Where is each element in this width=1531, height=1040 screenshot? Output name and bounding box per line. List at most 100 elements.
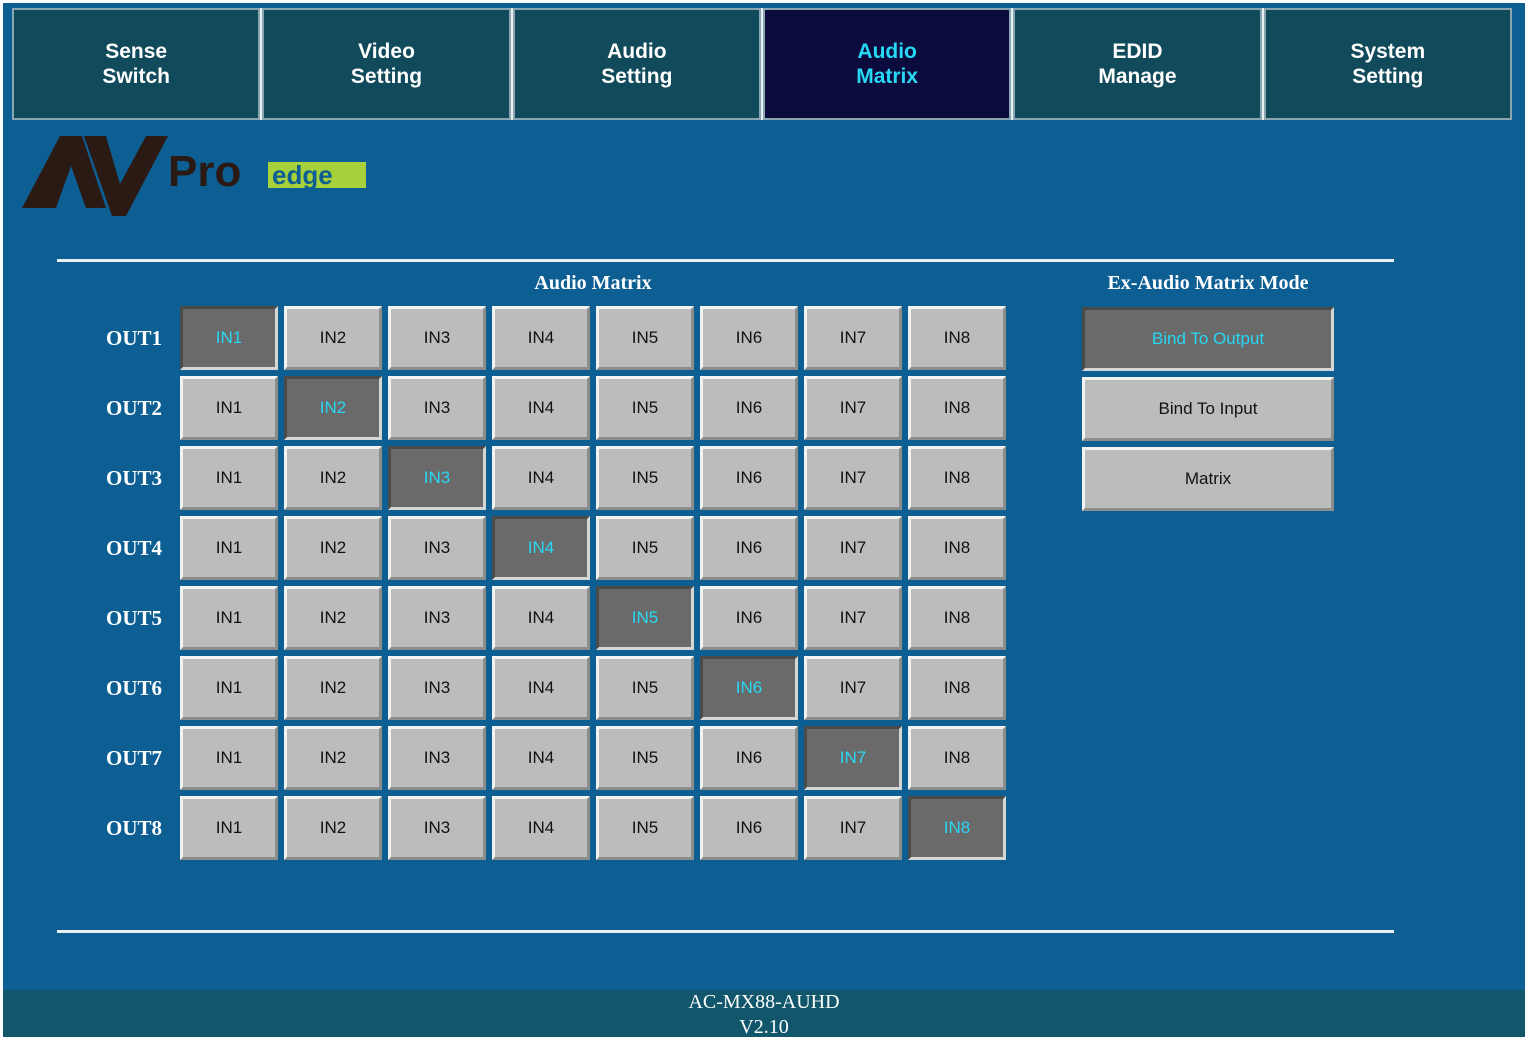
matrix-cell-out7-in1[interactable]: IN1	[180, 726, 278, 790]
matrix-cell-out8-in1[interactable]: IN1	[180, 796, 278, 860]
tab-label-line1: System	[1350, 40, 1426, 63]
matrix-cell-out5-in8[interactable]: IN8	[908, 586, 1006, 650]
top-divider	[57, 259, 1394, 262]
matrix-mode-button[interactable]: Matrix	[1082, 447, 1334, 511]
matrix-cell-out4-in6[interactable]: IN6	[700, 516, 798, 580]
logo-pro-text: Pro	[168, 147, 241, 196]
matrix-cell-out8-in2[interactable]: IN2	[284, 796, 382, 860]
matrix-cell-out8-in5[interactable]: IN5	[596, 796, 694, 860]
bind-to-input-button[interactable]: Bind To Input	[1082, 377, 1334, 441]
matrix-cell-out6-in6[interactable]: IN6	[700, 656, 798, 720]
top-nav: Sense Switch Video Setting Audio Setting…	[12, 8, 1512, 120]
matrix-cell-out2-in2[interactable]: IN2	[284, 376, 382, 440]
matrix-cell-out4-in1[interactable]: IN1	[180, 516, 278, 580]
matrix-cell-out2-in5[interactable]: IN5	[596, 376, 694, 440]
matrix-cell-out2-in8[interactable]: IN8	[908, 376, 1006, 440]
matrix-cell-out5-in5[interactable]: IN5	[596, 586, 694, 650]
output-label: OUT7	[105, 745, 162, 770]
matrix-cell-out4-in8[interactable]: IN8	[908, 516, 1006, 580]
matrix-cell-out3-in5[interactable]: IN5	[596, 446, 694, 510]
matrix-cell-out3-in8[interactable]: IN8	[908, 446, 1006, 510]
matrix-cell-out6-in1[interactable]: IN1	[180, 656, 278, 720]
tab-label-line2: Switch	[102, 65, 170, 88]
matrix-cell-out5-in2[interactable]: IN2	[284, 586, 382, 650]
avpro-edge-logo: Pro edge	[22, 136, 366, 216]
matrix-cell-out7-in5[interactable]: IN5	[596, 726, 694, 790]
matrix-cell-out8-in6[interactable]: IN6	[700, 796, 798, 860]
tab-label-line1: EDID	[1112, 40, 1163, 63]
matrix-cell-out5-in3[interactable]: IN3	[388, 586, 486, 650]
ex-audio-mode-buttons: Bind To Output Bind To Input Matrix	[1082, 307, 1334, 517]
matrix-cell-out4-in4[interactable]: IN4	[492, 516, 590, 580]
matrix-cell-out1-in2[interactable]: IN2	[284, 306, 382, 370]
matrix-cell-out6-in4[interactable]: IN4	[492, 656, 590, 720]
matrix-cell-out3-in6[interactable]: IN6	[700, 446, 798, 510]
tab-label-line2: Setting	[601, 65, 673, 88]
matrix-cell-out3-in4[interactable]: IN4	[492, 446, 590, 510]
matrix-cell-out5-in1[interactable]: IN1	[180, 586, 278, 650]
matrix-cell-out2-in6[interactable]: IN6	[700, 376, 798, 440]
matrix-cell-out8-in8[interactable]: IN8	[908, 796, 1006, 860]
matrix-cell-out1-in8[interactable]: IN8	[908, 306, 1006, 370]
tab-label-line1: Sense	[105, 40, 168, 63]
tab-label-line2: Setting	[1352, 65, 1424, 88]
matrix-cell-out6-in7[interactable]: IN7	[804, 656, 902, 720]
matrix-cell-out7-in3[interactable]: IN3	[388, 726, 486, 790]
matrix-cell-out1-in5[interactable]: IN5	[596, 306, 694, 370]
tab-audio-matrix[interactable]: Audio Matrix	[762, 8, 1012, 120]
tab-sense-switch[interactable]: Sense Switch	[12, 8, 261, 120]
ex-audio-mode-title: Ex-Audio Matrix Mode	[1107, 272, 1309, 294]
matrix-cell-out7-in7[interactable]: IN7	[804, 726, 902, 790]
model-name: AC-MX88-AUHD	[688, 991, 840, 1013]
matrix-cell-out3-in2[interactable]: IN2	[284, 446, 382, 510]
matrix-cell-out1-in7[interactable]: IN7	[804, 306, 902, 370]
matrix-cell-out4-in3[interactable]: IN3	[388, 516, 486, 580]
logo-edge-text: edge	[272, 160, 333, 190]
matrix-cell-out7-in2[interactable]: IN2	[284, 726, 382, 790]
matrix-cell-out4-in2[interactable]: IN2	[284, 516, 382, 580]
matrix-cell-out3-in3[interactable]: IN3	[388, 446, 486, 510]
matrix-cell-out8-in4[interactable]: IN4	[492, 796, 590, 860]
matrix-cell-out8-in7[interactable]: IN7	[804, 796, 902, 860]
output-label: OUT1	[105, 325, 162, 350]
matrix-cell-out4-in7[interactable]: IN7	[804, 516, 902, 580]
footer: AC-MX88-AUHD V2.10	[3, 990, 1525, 1038]
tab-system-setting[interactable]: System Setting	[1263, 8, 1512, 120]
matrix-cell-out1-in1[interactable]: IN1	[180, 306, 278, 370]
matrix-cell-out7-in4[interactable]: IN4	[492, 726, 590, 790]
tab-audio-setting[interactable]: Audio Setting	[512, 8, 761, 120]
logo-av-mark	[22, 136, 168, 216]
bottom-divider	[57, 930, 1394, 933]
output-labels: OUT1 OUT2 OUT3 OUT4 OUT5 OUT6 OUT7 OUT8	[90, 306, 178, 866]
matrix-cell-out7-in6[interactable]: IN6	[700, 726, 798, 790]
firmware-version: V2.10	[739, 1016, 789, 1038]
matrix-cell-out3-in1[interactable]: IN1	[180, 446, 278, 510]
matrix-cell-out5-in4[interactable]: IN4	[492, 586, 590, 650]
bind-to-output-button[interactable]: Bind To Output	[1082, 307, 1334, 371]
audio-matrix-grid: IN1 IN2 IN3 IN4 IN5 IN6 IN7 IN8 IN1 IN2 IN3 IN4 IN5 I…	[180, 306, 1006, 860]
matrix-cell-out2-in1[interactable]: IN1	[180, 376, 278, 440]
tab-label-line1: Video	[358, 40, 415, 63]
matrix-cell-out5-in6[interactable]: IN6	[700, 586, 798, 650]
matrix-cell-out2-in4[interactable]: IN4	[492, 376, 590, 440]
output-label: OUT3	[105, 465, 162, 490]
tab-label-line2: Manage	[1098, 65, 1177, 88]
matrix-cell-out6-in2[interactable]: IN2	[284, 656, 382, 720]
tab-label-line1: Audio	[857, 40, 917, 63]
matrix-cell-out2-in7[interactable]: IN7	[804, 376, 902, 440]
tab-video-setting[interactable]: Video Setting	[262, 8, 511, 120]
matrix-cell-out6-in5[interactable]: IN5	[596, 656, 694, 720]
matrix-cell-out7-in8[interactable]: IN8	[908, 726, 1006, 790]
matrix-cell-out8-in3[interactable]: IN3	[388, 796, 486, 860]
matrix-cell-out2-in3[interactable]: IN3	[388, 376, 486, 440]
matrix-cell-out1-in3[interactable]: IN3	[388, 306, 486, 370]
tab-label-line2: Setting	[350, 65, 423, 88]
matrix-cell-out4-in5[interactable]: IN5	[596, 516, 694, 580]
matrix-cell-out5-in7[interactable]: IN7	[804, 586, 902, 650]
tab-edid-manage[interactable]: EDID Manage	[1013, 8, 1262, 120]
matrix-cell-out1-in6[interactable]: IN6	[700, 306, 798, 370]
matrix-cell-out3-in7[interactable]: IN7	[804, 446, 902, 510]
matrix-cell-out1-in4[interactable]: IN4	[492, 306, 590, 370]
matrix-cell-out6-in3[interactable]: IN3	[388, 656, 486, 720]
matrix-cell-out6-in8[interactable]: IN8	[908, 656, 1006, 720]
